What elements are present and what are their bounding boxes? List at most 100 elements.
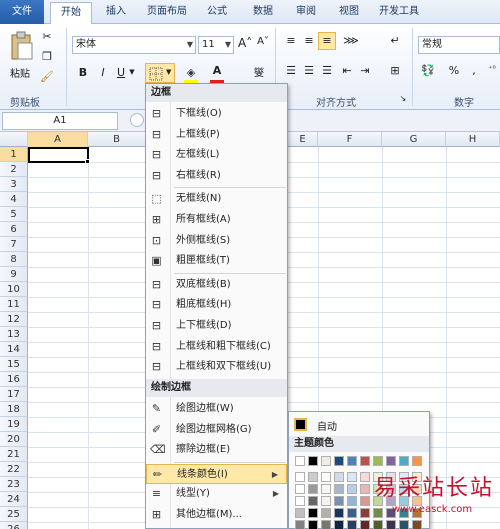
- align-left-icon[interactable]: ☰: [284, 64, 298, 77]
- color-swatch[interactable]: [334, 472, 344, 482]
- tab-view[interactable]: 视图: [335, 2, 363, 24]
- row-header[interactable]: 18: [0, 402, 28, 417]
- color-swatch[interactable]: [347, 520, 357, 529]
- color-swatch[interactable]: [308, 520, 318, 529]
- color-swatch[interactable]: [308, 496, 318, 506]
- row-header[interactable]: 17: [0, 387, 28, 402]
- color-swatch[interactable]: [295, 496, 305, 506]
- bold-button[interactable]: B: [76, 66, 90, 79]
- row-header[interactable]: 2: [0, 162, 28, 177]
- align-center-icon[interactable]: ☰: [302, 64, 316, 77]
- row-header[interactable]: 10: [0, 282, 28, 297]
- menu-item-top-double-bottom-border[interactable]: ⊟ 上框线和双下框线(U): [146, 357, 287, 377]
- color-swatch[interactable]: [360, 472, 370, 482]
- menu-item-outside-borders[interactable]: ⊡ 外侧框线(S): [146, 231, 287, 251]
- row-header[interactable]: 22: [0, 462, 28, 477]
- color-swatch[interactable]: [399, 520, 409, 529]
- column-header[interactable]: G: [382, 132, 446, 147]
- color-swatch[interactable]: [334, 496, 344, 506]
- column-header[interactable]: A: [28, 132, 88, 147]
- wrap-text-icon[interactable]: ↵: [388, 34, 402, 47]
- color-swatch[interactable]: [412, 456, 422, 466]
- color-swatch[interactable]: [360, 456, 370, 466]
- row-header[interactable]: 8: [0, 252, 28, 267]
- tab-data[interactable]: 数据: [249, 2, 277, 24]
- dialog-launcher-icon[interactable]: ↘: [398, 94, 408, 103]
- color-swatch[interactable]: [295, 520, 305, 529]
- row-header[interactable]: 9: [0, 267, 28, 282]
- format-painter-icon[interactable]: 🖌: [40, 70, 54, 83]
- color-swatch[interactable]: [321, 508, 331, 518]
- color-swatch[interactable]: [360, 484, 370, 494]
- row-header[interactable]: 19: [0, 417, 28, 432]
- menu-item-bottom-border[interactable]: ⊟ 下框线(O): [146, 104, 287, 124]
- tab-formulas[interactable]: 公式: [203, 2, 231, 24]
- tab-developer[interactable]: 开发工具: [375, 2, 423, 24]
- column-header[interactable]: H: [446, 132, 500, 147]
- menu-item-right-border[interactable]: ⊟ 右框线(R): [146, 166, 287, 186]
- comma-icon[interactable]: ,: [468, 64, 480, 77]
- color-swatch[interactable]: [360, 496, 370, 506]
- color-swatch[interactable]: [321, 520, 331, 529]
- color-swatch[interactable]: [308, 472, 318, 482]
- fill-color-icon[interactable]: ◈: [184, 66, 198, 79]
- color-swatch[interactable]: [360, 508, 370, 518]
- menu-item-line-style[interactable]: ≡ 线型(Y) ▶: [146, 484, 287, 504]
- percent-button[interactable]: %: [448, 64, 460, 77]
- color-swatch[interactable]: [412, 520, 422, 529]
- color-swatch[interactable]: [360, 520, 370, 529]
- decrease-font-icon[interactable]: A˅: [256, 36, 270, 47]
- row-header[interactable]: 16: [0, 372, 28, 387]
- color-swatch[interactable]: [347, 484, 357, 494]
- color-swatch[interactable]: [308, 484, 318, 494]
- color-swatch[interactable]: [295, 484, 305, 494]
- formula-bar-button[interactable]: [130, 113, 144, 127]
- color-swatch[interactable]: [386, 456, 396, 466]
- increase-font-icon[interactable]: A˄: [238, 36, 252, 50]
- tab-insert[interactable]: 插入: [100, 2, 132, 24]
- color-swatch[interactable]: [334, 484, 344, 494]
- cut-icon[interactable]: ✂: [40, 30, 54, 43]
- color-swatch[interactable]: [321, 456, 331, 466]
- font-color-icon[interactable]: A: [210, 64, 224, 77]
- row-header[interactable]: 4: [0, 192, 28, 207]
- column-header[interactable]: F: [318, 132, 382, 147]
- tab-file[interactable]: 文件: [0, 0, 44, 24]
- menu-item-double-bottom-border[interactable]: ⊟ 双底框线(B): [146, 275, 287, 295]
- active-cell[interactable]: [28, 147, 89, 163]
- color-swatch[interactable]: [386, 520, 396, 529]
- color-swatch[interactable]: [373, 456, 383, 466]
- row-header[interactable]: 21: [0, 447, 28, 462]
- row-header[interactable]: 26: [0, 522, 28, 529]
- row-header[interactable]: 1: [0, 147, 28, 162]
- auto-color-item[interactable]: 自动: [291, 416, 427, 434]
- color-swatch[interactable]: [347, 472, 357, 482]
- tab-home[interactable]: 开始: [50, 2, 92, 25]
- column-header[interactable]: E: [288, 132, 318, 147]
- row-header[interactable]: 23: [0, 477, 28, 492]
- select-all-corner[interactable]: [0, 132, 28, 147]
- color-swatch[interactable]: [308, 456, 318, 466]
- increase-decimal-icon[interactable]: ⁺⁰: [484, 64, 500, 73]
- row-header[interactable]: 11: [0, 297, 28, 312]
- menu-item-top-border[interactable]: ⊟ 上框线(P): [146, 125, 287, 145]
- row-header[interactable]: 20: [0, 432, 28, 447]
- copy-icon[interactable]: ❐: [40, 50, 54, 63]
- decrease-indent-icon[interactable]: ⇤: [340, 64, 354, 77]
- color-swatch[interactable]: [321, 496, 331, 506]
- font-size-combo[interactable]: 11 ▼: [198, 36, 234, 54]
- currency-icon[interactable]: 💱: [420, 64, 436, 77]
- number-format-combo[interactable]: 常规: [418, 36, 500, 54]
- borders-button[interactable]: ▼: [145, 63, 175, 83]
- color-swatch[interactable]: [295, 472, 305, 482]
- row-header[interactable]: 15: [0, 357, 28, 372]
- color-swatch[interactable]: [321, 472, 331, 482]
- row-header[interactable]: 24: [0, 492, 28, 507]
- color-swatch[interactable]: [295, 456, 305, 466]
- color-swatch[interactable]: [373, 508, 383, 518]
- menu-item-more-borders[interactable]: ⊞ 其他边框(M)...: [146, 505, 287, 525]
- menu-item-draw-border[interactable]: ✎ 绘图边框(W): [146, 399, 287, 419]
- row-header[interactable]: 12: [0, 312, 28, 327]
- menu-item-all-borders[interactable]: ⊞ 所有框线(A): [146, 210, 287, 230]
- menu-item-top-thick-bottom-border[interactable]: ⊟ 上框线和粗下框线(C): [146, 337, 287, 357]
